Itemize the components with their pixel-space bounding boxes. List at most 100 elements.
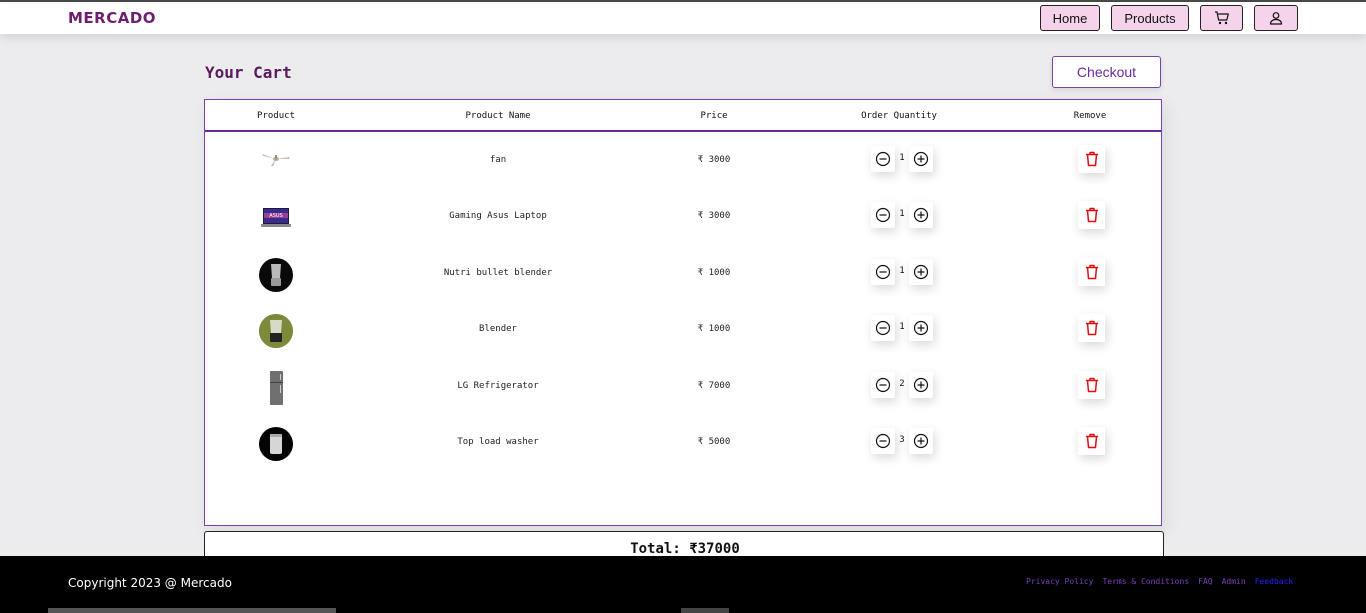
remove-item-button[interactable] [1078, 371, 1105, 399]
plus-circle-icon [913, 264, 929, 280]
product-image-refrigerator [259, 371, 293, 405]
nav-home-button[interactable]: Home [1040, 5, 1100, 31]
trash-icon [1085, 320, 1098, 336]
product-name: Blender [479, 324, 517, 334]
plus-circle-icon [913, 320, 929, 336]
quantity-stepper: 1 [871, 259, 937, 289]
product-name: Gaming Asus Laptop [449, 211, 547, 221]
footer-copyright: Copyright 2023 @ Mercado [68, 576, 232, 590]
plus-circle-icon [913, 433, 929, 449]
decrease-quantity-button[interactable] [871, 315, 895, 341]
increase-quantity-button[interactable] [909, 146, 933, 172]
user-icon [1269, 12, 1283, 25]
quantity-stepper: 1 [871, 146, 937, 176]
table-row: LG Refrigerator ₹ 7000 2 [205, 366, 1161, 410]
product-image-laptop: ASUS [259, 201, 293, 235]
quantity-stepper: 2 [871, 372, 937, 402]
cart-icon [1214, 11, 1229, 25]
trash-icon [1085, 264, 1098, 280]
minus-circle-icon [875, 433, 891, 449]
minus-circle-icon [875, 264, 891, 280]
cart-table: Product Product Name Price Order Quantit… [204, 99, 1162, 526]
product-price: ₹ 1000 [697, 268, 731, 278]
header-order-quantity: Order Quantity [861, 111, 937, 121]
nav-products-button[interactable]: Products [1111, 5, 1189, 31]
product-name: LG Refrigerator [457, 381, 539, 391]
minus-circle-icon [875, 377, 891, 393]
quantity-value: 1 [899, 322, 905, 332]
plus-circle-icon [913, 207, 929, 223]
footer-links: Privacy Policy Terms & Conditions FAQ Ad… [1026, 577, 1293, 586]
table-row: Top load washer ₹ 5000 3 [205, 422, 1161, 466]
page-title: Your Cart [205, 63, 292, 82]
navbar: MERCADO Home Products [0, 2, 1366, 34]
table-row: fan ₹ 3000 1 [205, 140, 1161, 184]
increase-quantity-button[interactable] [909, 259, 933, 285]
trash-icon [1085, 377, 1098, 393]
header-price: Price [700, 111, 728, 121]
product-price: ₹ 3000 [697, 155, 731, 165]
nav-cart-button[interactable] [1200, 5, 1243, 31]
increase-quantity-button[interactable] [909, 315, 933, 341]
quantity-stepper: 1 [871, 202, 937, 232]
decrease-quantity-button[interactable] [871, 428, 895, 454]
decrease-quantity-button[interactable] [871, 202, 895, 228]
footer: Copyright 2023 @ Mercado Privacy Policy … [0, 556, 1366, 613]
quantity-stepper: 1 [871, 315, 937, 345]
product-image-nutri-bullet-blender [259, 258, 293, 292]
product-name: Top load washer [457, 437, 539, 447]
table-row: ASUS Gaming Asus Laptop ₹ 3000 1 [205, 196, 1161, 240]
trash-icon [1085, 207, 1098, 223]
remove-item-button[interactable] [1078, 314, 1105, 342]
horizontal-scrollbar[interactable] [48, 608, 336, 613]
product-price: ₹ 3000 [697, 211, 731, 221]
minus-circle-icon [875, 207, 891, 223]
quantity-stepper: 3 [871, 428, 937, 458]
cart-total: Total: ₹37000 [630, 541, 740, 557]
nav-user-button[interactable] [1254, 5, 1298, 31]
quantity-value: 2 [899, 379, 905, 389]
table-row: Blender ₹ 1000 1 [205, 309, 1161, 353]
product-price: ₹ 1000 [697, 324, 731, 334]
footer-link-feedback[interactable]: Feedback [1255, 577, 1294, 586]
footer-link-privacy-policy[interactable]: Privacy Policy [1026, 577, 1093, 586]
plus-circle-icon [913, 151, 929, 167]
quantity-value: 1 [899, 266, 905, 276]
decrease-quantity-button[interactable] [871, 146, 895, 172]
product-name: Nutri bullet blender [443, 268, 553, 278]
remove-item-button[interactable] [1078, 427, 1105, 455]
decrease-quantity-button[interactable] [871, 259, 895, 285]
svg-text:ASUS: ASUS [269, 213, 282, 219]
quantity-value: 3 [899, 435, 905, 445]
plus-circle-icon [913, 377, 929, 393]
remove-item-button[interactable] [1078, 258, 1105, 286]
increase-quantity-button[interactable] [909, 428, 933, 454]
table-row: Nutri bullet blender ₹ 1000 1 [205, 253, 1161, 297]
scrollbar-thumb[interactable] [681, 608, 729, 613]
footer-link-admin[interactable]: Admin [1222, 577, 1246, 586]
product-name: fan [489, 155, 507, 165]
table-header: Product Product Name Price Order Quantit… [205, 100, 1161, 132]
remove-item-button[interactable] [1078, 201, 1105, 229]
footer-link-faq[interactable]: FAQ [1198, 577, 1212, 586]
header-product: Product [257, 111, 295, 121]
brand-logo[interactable]: MERCADO [68, 9, 156, 27]
minus-circle-icon [875, 320, 891, 336]
quantity-value: 1 [899, 209, 905, 219]
trash-icon [1085, 151, 1098, 167]
product-price: ₹ 5000 [697, 437, 731, 447]
increase-quantity-button[interactable] [909, 372, 933, 398]
product-price: ₹ 7000 [697, 381, 731, 391]
remove-item-button[interactable] [1078, 145, 1105, 173]
footer-link-terms[interactable]: Terms & Conditions [1102, 577, 1189, 586]
product-image-blender [259, 314, 293, 348]
checkout-button[interactable]: Checkout [1052, 56, 1161, 88]
quantity-value: 1 [899, 153, 905, 163]
product-image-washer [259, 427, 293, 461]
trash-icon [1085, 433, 1098, 449]
header-remove: Remove [1073, 111, 1107, 121]
product-image-fan [259, 145, 293, 179]
minus-circle-icon [875, 151, 891, 167]
decrease-quantity-button[interactable] [871, 372, 895, 398]
increase-quantity-button[interactable] [909, 202, 933, 228]
